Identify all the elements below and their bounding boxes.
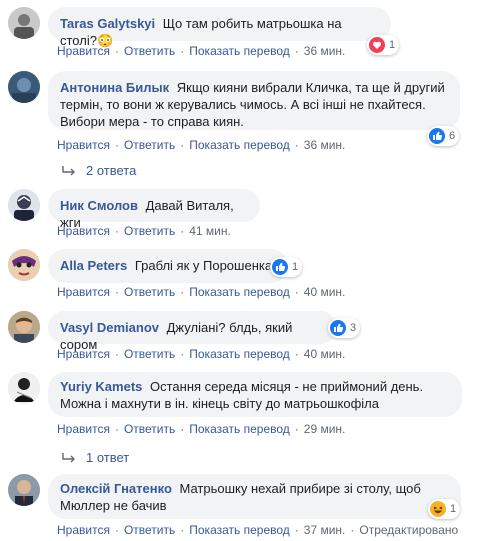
reply-link[interactable]: Ответить	[124, 224, 175, 238]
comment-author[interactable]: Yuriy Kamets	[60, 379, 142, 394]
comment-bubble: Alla Peters Граблі як у Порошенка!	[48, 249, 288, 283]
comment-timestamp[interactable]: 29 мин.	[304, 422, 346, 436]
avatar[interactable]	[8, 311, 40, 343]
reply-link[interactable]: Ответить	[124, 44, 175, 58]
separator: ·	[180, 422, 185, 436]
comment-bubble: Taras Galytskyi Що там робить матрьошка …	[48, 7, 391, 48]
separator: ·	[114, 523, 119, 537]
comment-timestamp[interactable]: 36 мин.	[304, 44, 346, 58]
comment-actions: Нравится · Ответить · Показать перевод · 40 ми…	[57, 347, 345, 361]
avatar[interactable]	[8, 372, 40, 404]
comment-author[interactable]: Ник Смолов	[60, 198, 138, 213]
comment-author[interactable]: Vasyl Demianov	[60, 320, 159, 335]
reaction-count: 3	[350, 322, 357, 334]
translate-link[interactable]: Показать перевод	[189, 285, 290, 299]
edited-label[interactable]: Отредактировано	[359, 523, 458, 537]
separator: ·	[114, 422, 119, 436]
reaction-count: 1	[450, 503, 457, 515]
reaction-summary[interactable]: 6	[427, 126, 460, 146]
separator: ·	[114, 44, 119, 58]
comment-timestamp[interactable]: 37 мин.	[304, 523, 346, 537]
reaction-summary[interactable]: 1	[367, 35, 400, 55]
separator: ·	[114, 347, 119, 361]
reply-link[interactable]: Ответить	[124, 347, 175, 361]
separator: ·	[350, 523, 355, 537]
comment-actions: Нравится · Ответить · Показать перевод · 36 ми…	[57, 44, 345, 58]
like-link[interactable]: Нравится	[57, 44, 110, 58]
reply-link[interactable]: Ответить	[124, 285, 175, 299]
comment-timestamp[interactable]: 40 мин.	[304, 347, 346, 361]
replies-count[interactable]: 2 ответа	[86, 163, 136, 178]
comment-actions: Нравится · Ответить · Показать перевод · 36 ми…	[57, 138, 345, 152]
like-link[interactable]: Нравится	[57, 285, 110, 299]
separator: ·	[114, 138, 119, 152]
comment-bubble: Yuriy Kamets Остання середа місяця - не …	[48, 372, 462, 417]
reply-link[interactable]: Ответить	[124, 138, 175, 152]
separator: ·	[180, 285, 185, 299]
comment-actions: Нравится · Ответить · Показать перевод · 37 ми…	[57, 523, 458, 537]
separator: ·	[114, 224, 119, 238]
heart-icon	[369, 37, 385, 53]
like-link[interactable]: Нравится	[57, 422, 110, 436]
reaction-summary[interactable]: 3	[328, 318, 361, 338]
reply-link[interactable]: Ответить	[124, 523, 175, 537]
avatar[interactable]	[8, 7, 40, 39]
reaction-summary[interactable]: 1	[270, 257, 303, 277]
separator: ·	[294, 44, 299, 58]
comment-bubble: Ник Смолов Давай Виталя, жги	[48, 189, 260, 230]
reply-arrow-icon	[62, 165, 75, 175]
like-icon	[272, 259, 288, 275]
reaction-count: 1	[389, 39, 396, 51]
view-replies-link[interactable]: 2 ответа	[62, 163, 136, 178]
separator: ·	[294, 347, 299, 361]
avatar[interactable]	[8, 474, 40, 506]
reaction-count: 6	[449, 130, 456, 142]
comment-timestamp[interactable]: 41 мин.	[189, 224, 231, 238]
translate-link[interactable]: Показать перевод	[189, 347, 290, 361]
separator: ·	[180, 44, 185, 58]
haha-icon	[430, 501, 446, 517]
comment-actions: Нравится · Ответить · 41 мин.	[57, 224, 231, 238]
avatar[interactable]	[8, 249, 40, 281]
comment-bubble: Антонина Билык Якщо кияни вибрали Кличка…	[48, 71, 460, 130]
reaction-count: 1	[292, 261, 299, 273]
comment-timestamp[interactable]: 36 мин.	[304, 138, 346, 152]
avatar[interactable]	[8, 71, 40, 103]
comment-author[interactable]: Taras Galytskyi	[60, 16, 155, 31]
reply-arrow-icon	[62, 452, 75, 462]
like-link[interactable]: Нравится	[57, 138, 110, 152]
comment-bubble: Олексій Гнатенко Матрьошку нехай прибире…	[48, 474, 461, 519]
view-replies-link[interactable]: 1 ответ	[62, 450, 129, 465]
comment-author[interactable]: Alla Peters	[60, 258, 127, 273]
separator: ·	[114, 285, 119, 299]
like-link[interactable]: Нравится	[57, 523, 110, 537]
separator: ·	[180, 523, 185, 537]
avatar[interactable]	[8, 189, 40, 221]
separator: ·	[180, 347, 185, 361]
separator: ·	[180, 138, 185, 152]
reply-link[interactable]: Ответить	[124, 422, 175, 436]
like-icon	[429, 128, 445, 144]
separator: ·	[294, 285, 299, 299]
separator: ·	[294, 523, 299, 537]
separator: ·	[180, 224, 185, 238]
translate-link[interactable]: Показать перевод	[189, 422, 290, 436]
translate-link[interactable]: Показать перевод	[189, 523, 290, 537]
translate-link[interactable]: Показать перевод	[189, 138, 290, 152]
comment-text: Граблі як у Порошенка!	[134, 258, 276, 273]
separator: ·	[294, 138, 299, 152]
comment-author[interactable]: Антонина Билык	[60, 80, 169, 95]
comment-author[interactable]: Олексій Гнатенко	[60, 481, 172, 496]
comment-actions: Нравится · Ответить · Показать перевод · 29 ми…	[57, 422, 345, 436]
like-link[interactable]: Нравится	[57, 224, 110, 238]
comment-bubble: Vasyl Demianov Джуліані? блдь, який соро…	[48, 311, 337, 352]
replies-count[interactable]: 1 ответ	[86, 450, 129, 465]
like-link[interactable]: Нравится	[57, 347, 110, 361]
comment-timestamp[interactable]: 40 мин.	[304, 285, 346, 299]
comment-actions: Нравится · Ответить · Показать перевод · 40 ми…	[57, 285, 345, 299]
translate-link[interactable]: Показать перевод	[189, 44, 290, 58]
separator: ·	[294, 422, 299, 436]
reaction-summary[interactable]: 1	[428, 499, 461, 519]
like-icon	[330, 320, 346, 336]
